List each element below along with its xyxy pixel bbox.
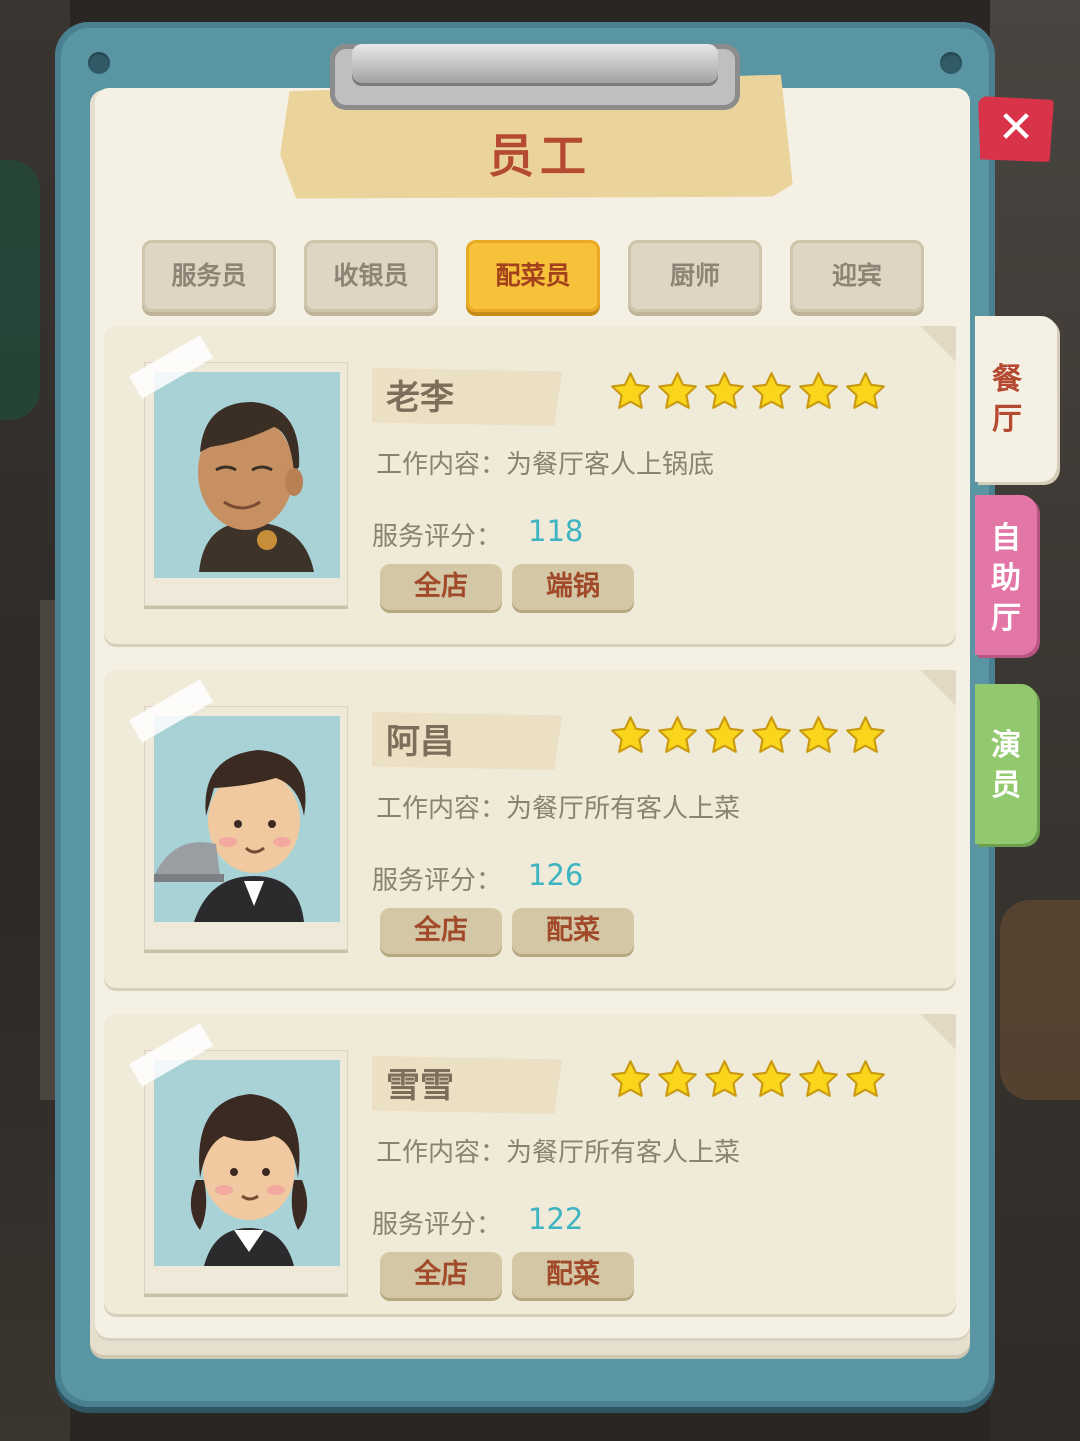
service-rating-label: 服务评分： [372,1210,503,1240]
side-tab-performer-label: 演员 [991,728,1021,803]
service-rating-value: 126 [528,858,584,892]
page-fold [920,1014,956,1050]
job-description: 工作内容：为餐厅所有客人上菜 [376,1132,740,1169]
scope-tag: 全店 [380,1252,502,1298]
star-icon [846,372,885,409]
staff-card[interactable]: 老李 工作内容：为餐厅客人上锅底 服务评分： 118 全店 端锅 [104,326,956,644]
photo-frame [128,1023,348,1294]
side-tab-buffet-label: 自助厅 [991,521,1021,636]
star-icon [611,1060,650,1097]
page-fold [920,326,956,362]
side-tab-restaurant[interactable]: 餐厅 [975,316,1057,482]
tab-chef[interactable]: 厨师 [628,240,762,312]
star-icon [799,1060,838,1097]
star-icon [611,372,650,409]
scope-tag: 全店 [380,908,502,954]
scope-tag: 全店 [380,564,502,610]
background-customers [1000,900,1080,1100]
tab-greeter[interactable]: 迎宾 [790,240,924,312]
staff-name: 雪雪 [386,1066,454,1106]
side-tab-restaurant-label: 餐厅 [992,362,1022,437]
star-icon [611,716,650,753]
star-icon [658,372,697,409]
staff-portrait-avatar [154,1060,340,1266]
star-icon [705,716,744,753]
job-description: 工作内容：为餐厅客人上锅底 [376,444,714,481]
service-rating-label: 服务评分： [372,866,503,896]
job-label: 工作内容： [376,450,507,480]
photo-frame [128,679,348,950]
staff-card[interactable]: 阿昌 工作内容：为餐厅所有客人上菜 服务评分： 126 全店 配菜 [104,670,956,988]
service-rating-value: 122 [528,1202,584,1236]
clipboard-clip-bar [352,44,718,86]
screw-icon [940,52,962,74]
page-title: 员工 [488,129,592,183]
star-icon [658,716,697,753]
tab-prep-cook[interactable]: 配菜员 [466,240,600,312]
tab-cashier[interactable]: 收银员 [304,240,438,312]
side-tab-buffet[interactable]: 自助厅 [975,495,1037,655]
job-text: 为餐厅客人上锅底 [506,450,715,480]
star-icon [752,372,791,409]
side-tab-performer[interactable]: 演员 [975,684,1037,844]
star-icon [752,716,791,753]
service-rating-value: 118 [528,514,584,548]
star-icon [799,372,838,409]
star-rating [609,714,887,757]
job-label: 工作内容： [376,794,507,824]
role-tag: 配菜 [512,908,634,954]
star-icon [752,1060,791,1097]
role-tag: 配菜 [512,1252,634,1298]
star-icon [705,372,744,409]
job-text: 为餐厅所有客人上菜 [506,794,741,824]
staff-portrait-avatar [154,372,340,578]
screw-icon [88,52,110,74]
star-icon [846,716,885,753]
page-fold [920,670,956,706]
close-button[interactable]: ✕ [978,96,1054,162]
staff-portrait-avatar [154,716,340,922]
job-label: 工作内容： [376,1138,507,1168]
role-tag: 端锅 [512,564,634,610]
staff-type-tabs: 服务员 收银员 配菜员 厨师 迎宾 [142,240,932,314]
staff-card[interactable]: 雪雪 工作内容：为餐厅所有客人上菜 服务评分： 122 全店 配菜 [104,1014,956,1314]
star-icon [658,1060,697,1097]
background-plant [0,160,40,420]
star-icon [846,1060,885,1097]
star-rating [609,1058,887,1101]
staff-name: 阿昌 [386,722,454,762]
star-icon [799,716,838,753]
job-text: 为餐厅所有客人上菜 [506,1138,741,1168]
staff-name: 老李 [386,378,454,418]
star-icon [705,1060,744,1097]
service-rating-label: 服务评分： [372,522,503,552]
tab-waiter[interactable]: 服务员 [142,240,276,312]
job-description: 工作内容：为餐厅所有客人上菜 [376,788,740,825]
photo-frame [128,335,348,606]
star-rating [609,370,887,413]
